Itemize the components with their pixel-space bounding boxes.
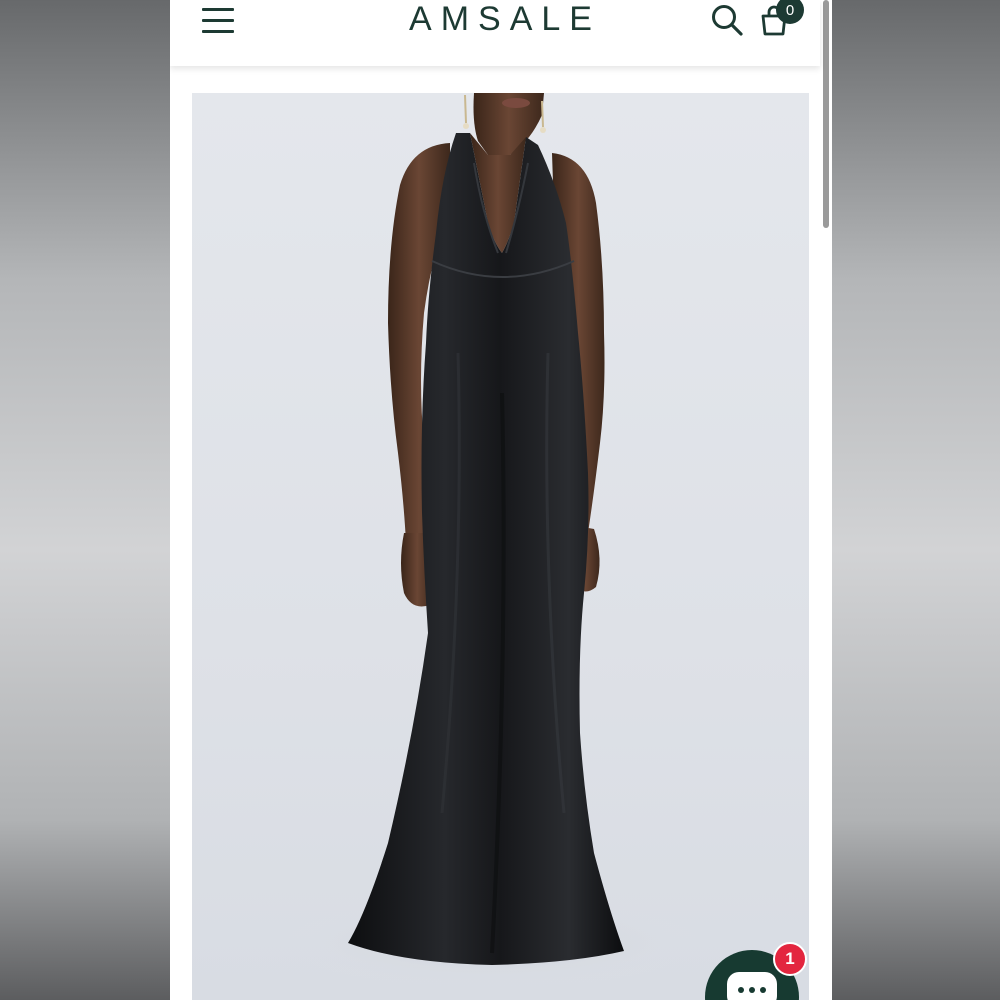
site-header: AMSALE 0 — [170, 0, 820, 66]
brand-logo[interactable]: AMSALE — [370, 0, 640, 40]
background-right — [832, 0, 1000, 1000]
chat-bubble-icon — [727, 972, 777, 1000]
scrollbar[interactable] — [823, 0, 829, 228]
gown-model-illustration — [282, 93, 702, 988]
mobile-page: Home / Amsale Bridesmaids / Camille AMSA… — [170, 0, 832, 1000]
menu-icon[interactable] — [202, 4, 236, 34]
search-icon[interactable] — [710, 2, 746, 38]
chat-unread-badge[interactable]: 1 — [773, 942, 807, 976]
product-image[interactable] — [192, 93, 809, 1000]
cart-count-badge[interactable]: 0 — [776, 0, 804, 24]
background-left — [0, 0, 170, 1000]
